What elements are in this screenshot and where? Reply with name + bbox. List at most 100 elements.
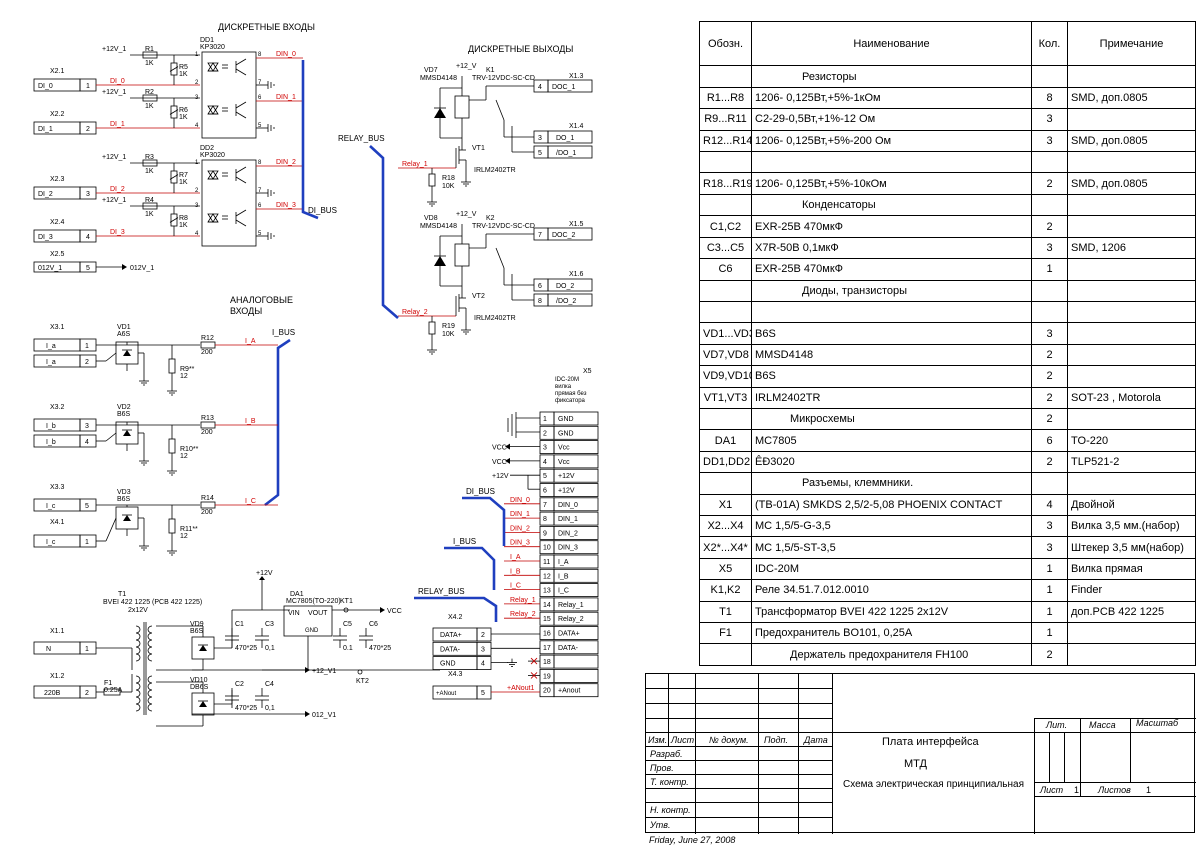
bom-cell: Вилка 3,5 мм.(набор) — [1067, 514, 1196, 538]
di-terminal-text: DI_2 — [38, 191, 53, 198]
analog-net-label: I_C — [245, 498, 256, 505]
bom-cell: 1 — [1031, 622, 1068, 645]
bom-cell: X1 — [699, 493, 752, 516]
psu-cap-value: 0.1 — [343, 645, 353, 652]
psu-cap-value: 470*25 — [235, 645, 257, 652]
series-resistor-value: 200 — [201, 429, 213, 436]
terminal-ndo-text: /DO_2 — [556, 298, 576, 305]
x43-net: +ANout1 — [507, 685, 535, 692]
x5-desc-0: IDC-20M — [555, 377, 579, 383]
stamp-title2: МТД — [904, 758, 927, 770]
bom-cell: Резисторы — [751, 65, 1032, 88]
bom-cell: 1206- 0,125Вт,+5%-200 Ом — [751, 129, 1032, 153]
x42-row: DATA+ 2 — [432, 627, 540, 642]
terminal-do-text: DO_1 — [556, 135, 574, 142]
kt2-label: KT2 — [356, 678, 369, 685]
bom-row: VD9,VD10 B6S 2 — [699, 365, 1196, 388]
bom-cell — [751, 151, 1032, 174]
gate-resistor-value: 10K — [442, 183, 455, 190]
section-discrete-in: ДИСКРЕТНЫЕ ВХОДЫ — [218, 22, 315, 32]
regulator-type: MC7805(TO-220) — [286, 598, 341, 605]
dd2-package — [201, 159, 257, 247]
bom-row: X5 IDC-20M 1 Вилка прямая — [699, 557, 1196, 581]
analog-terminal-text: I_b — [46, 423, 56, 430]
bom-header-cell: Кол. — [1031, 20, 1068, 67]
bom-cell: 2 — [1031, 407, 1068, 431]
bom-cell: TLP521-2 — [1067, 450, 1196, 474]
relay-output-blocks: VD7MMSD4148+12_VK1TRV-12VDC-SC-CDVT1IRLM… — [398, 63, 593, 355]
shunt-resistor-label: R9** — [180, 366, 195, 373]
bom-cell — [1067, 365, 1196, 388]
x5-pin-name: GND — [558, 430, 574, 437]
x5-pin: 7 DIN_0 DIN_0 — [504, 497, 599, 512]
di-bus-line — [301, 60, 319, 220]
bom-header-cell: Наименование — [751, 20, 1032, 67]
bom-cell — [1031, 300, 1068, 324]
bom-cell: (TB-01A) SMKDS 2,5/2-5,08 PHOENIX CONTAC… — [751, 493, 1032, 516]
x5-pin: 16 DATA+ — [539, 626, 599, 640]
din-net-label: DIN_0 — [276, 51, 296, 58]
x43-pin: 5 — [481, 690, 485, 697]
x5-pin: 11 I_A I_A — [504, 554, 599, 569]
power-circuit: T1BVEI 422 1225 (PCB 422 1225)2x12V X1.1 N… — [33, 570, 440, 727]
t1-label: T1 — [118, 591, 126, 598]
bom-cell — [699, 65, 752, 88]
x5-pin-net: I_B — [510, 568, 521, 575]
stamp-tkontr: Т. контр. — [650, 777, 689, 787]
analog-input-rows: X3.1I_a 1I_a 2VD1A6SR12200I_AR9**12X3.2I_b… — [33, 324, 278, 556]
discrete-input-rows: X2.1DI_0 1DI_0+12V_1 R11KR51K87DIN_012X2.2… — [33, 46, 303, 243]
bom-cell: IRLM2402TR — [751, 386, 1032, 409]
relay-diode-type: MMSD4148 — [420, 75, 457, 82]
svg-text:16: 16 — [543, 631, 551, 638]
bom-cell: MC 1,5/5-ST-3,5 — [751, 536, 1032, 559]
svg-text:2: 2 — [85, 359, 89, 366]
analog-terminal-text: I_a — [46, 359, 56, 366]
bom-cell: Штекер 3,5 мм(набор) — [1067, 536, 1196, 559]
resistor-side-value: 1K — [179, 179, 188, 186]
i-bus-line — [264, 338, 291, 507]
x5-pin: 20 +Anout — [539, 683, 599, 698]
analog-input-row: X3.1 I_a 1 I_a 2 VD1A6S R12 200 I_A R9**12 — [33, 324, 278, 396]
gate-resistor-label: R18 — [442, 175, 455, 182]
bom-header-cell: Обозн. — [699, 20, 752, 67]
di-connector-label: X2.3 — [50, 176, 65, 183]
x5-pin-net: Relay_2 — [510, 611, 536, 618]
bom-cell: R1...R8 — [699, 86, 752, 110]
bom-cell: 1 — [1031, 600, 1068, 624]
x11-label: X1.1 — [50, 628, 65, 635]
bom-row: C1,C2 EXR-25B 470мкФ 2 — [699, 215, 1196, 238]
dd2-label: DD2 — [200, 145, 214, 152]
discrete-input-row: X2.4DI_3 4DI_3+12V_1 R41KR81K65DIN_334 — [33, 197, 303, 243]
bom-cell: C3...C5 — [699, 236, 752, 260]
x42-row-text: DATA- — [440, 646, 461, 653]
bom-row: R12...R14 1206- 0,125Вт,+5%-200 Ом 3 SMD, д… — [699, 129, 1196, 153]
x5-label: X5 — [583, 368, 592, 375]
x5-pin: 15 Relay_2 Relay_2 — [504, 611, 599, 626]
psu-bridge-type: DB6S — [190, 684, 209, 691]
bom-row: F1 Предохранитель BO101, 0,25A 1 — [699, 622, 1196, 645]
svg-text:3: 3 — [85, 423, 89, 430]
stamp-list: Лист — [671, 735, 695, 745]
x5-pin: 5 +12V +12V — [492, 468, 599, 490]
dd1-package — [201, 51, 257, 139]
series-resistor-label: R13 — [201, 415, 214, 422]
bom-cell: K1,K2 — [699, 579, 752, 602]
bom-cell — [1031, 472, 1068, 495]
bom-cell — [699, 643, 752, 666]
bom-cell: 8 — [1031, 86, 1068, 110]
title-block: Изм. Лист № докум. Подп. Дата Разраб. Пр… — [645, 673, 1196, 834]
stamp-title1: Плата интерфейса — [882, 736, 979, 748]
resistor-side-label: R6 — [179, 107, 188, 114]
x5-pin: 19 — [528, 669, 599, 683]
x5-ground — [507, 412, 540, 438]
x5-pin: 13 I_C I_C — [504, 583, 599, 597]
bom-table: Обозн. Наименование Кол. Примечание Резистор… — [699, 20, 1196, 666]
svg-text:13: 13 — [543, 588, 551, 595]
bom-cell: 6 — [1031, 429, 1068, 452]
bom-row: R1...R8 1206- 0,125Вт,+5%-1кОм 8 SMD, доп.0… — [699, 86, 1196, 110]
bom-row: R9...R11 C2-29-0,5Вт,+1%-12 Ом 3 — [699, 108, 1196, 131]
x5-pin: 9 DIN_2 DIN_2 — [504, 525, 599, 540]
svg-text:1: 1 — [86, 83, 90, 90]
psu-cap-label: C4 — [265, 681, 274, 688]
svg-text:4: 4 — [85, 439, 89, 446]
